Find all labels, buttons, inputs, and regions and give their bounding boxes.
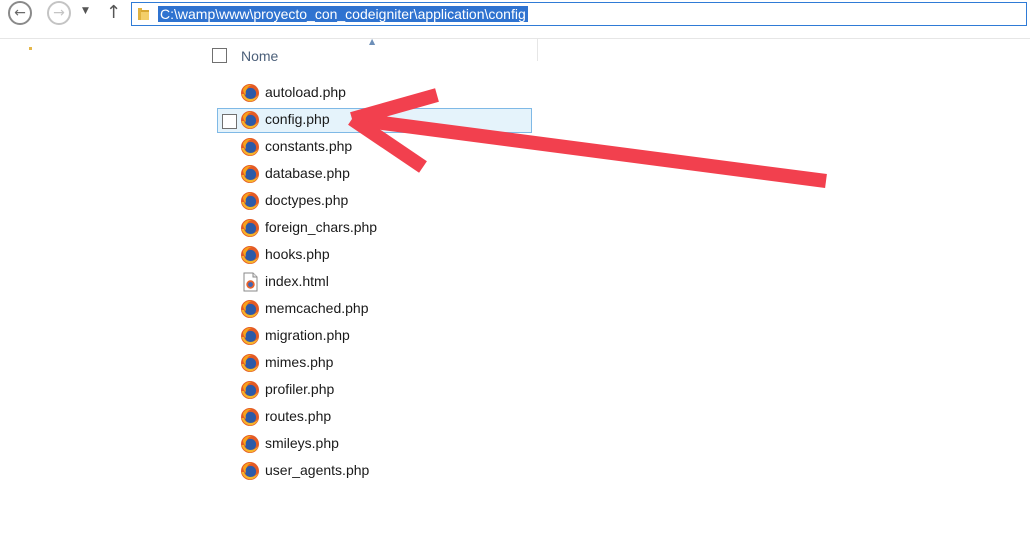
file-name[interactable]: routes.php — [265, 408, 331, 424]
firefox-icon — [241, 462, 259, 480]
select-all-checkbox[interactable] — [212, 48, 227, 63]
firefox-icon — [241, 327, 259, 345]
column-divider[interactable] — [537, 39, 538, 61]
firefox-icon — [241, 192, 259, 210]
file-row[interactable]: config.php — [217, 108, 532, 133]
firefox-icon — [241, 138, 259, 156]
navigation-pane-marker — [29, 47, 32, 50]
address-bar[interactable]: C:\wamp\www\proyecto_con_codeigniter\app… — [131, 2, 1027, 26]
firefox-icon — [241, 165, 259, 183]
file-name[interactable]: foreign_chars.php — [265, 219, 377, 235]
file-row[interactable]: autoload.php — [217, 81, 532, 106]
firefox-icon — [241, 408, 259, 426]
file-explorer-window: ← → ▼ ↑ C:\wamp\www\proyecto_con_codeign… — [0, 0, 1030, 535]
header-divider — [0, 38, 1030, 39]
file-name[interactable]: user_agents.php — [265, 462, 369, 478]
navigation-bar: ← → ▼ ↑ C:\wamp\www\proyecto_con_codeign… — [0, 0, 1030, 30]
firefox-icon — [241, 219, 259, 237]
file-row[interactable]: index.html — [217, 270, 532, 295]
firefox-icon — [241, 84, 259, 102]
file-row[interactable]: hooks.php — [217, 243, 532, 268]
firefox-icon — [241, 354, 259, 372]
file-name[interactable]: memcached.php — [265, 300, 369, 316]
file-row[interactable]: user_agents.php — [217, 459, 532, 484]
file-name[interactable]: profiler.php — [265, 381, 334, 397]
file-name[interactable]: config.php — [265, 111, 330, 127]
row-select-checkbox[interactable] — [222, 114, 237, 129]
html-document-icon — [243, 272, 258, 292]
file-name[interactable]: constants.php — [265, 138, 352, 154]
file-row[interactable]: constants.php — [217, 135, 532, 160]
file-row[interactable]: memcached.php — [217, 297, 532, 322]
file-row[interactable]: profiler.php — [217, 378, 532, 403]
file-name[interactable]: smileys.php — [265, 435, 339, 451]
firefox-icon — [241, 300, 259, 318]
up-arrow-icon[interactable]: ↑ — [106, 2, 121, 23]
file-name[interactable]: mimes.php — [265, 354, 333, 370]
file-row[interactable]: foreign_chars.php — [217, 216, 532, 241]
recent-locations-chevron-down-icon[interactable]: ▼ — [82, 6, 89, 16]
sort-ascending-icon: ▲ — [369, 37, 376, 46]
file-row[interactable]: routes.php — [217, 405, 532, 430]
file-row[interactable]: doctypes.php — [217, 189, 532, 214]
file-row[interactable]: migration.php — [217, 324, 532, 349]
file-row[interactable]: smileys.php — [217, 432, 532, 457]
file-name[interactable]: hooks.php — [265, 246, 330, 262]
address-path[interactable]: C:\wamp\www\proyecto_con_codeigniter\app… — [158, 6, 528, 22]
column-header-name[interactable]: Nome — [241, 48, 278, 64]
firefox-icon — [241, 111, 259, 129]
file-name[interactable]: database.php — [265, 165, 350, 181]
file-name[interactable]: doctypes.php — [265, 192, 348, 208]
forward-arrow-icon[interactable]: → — [47, 1, 71, 25]
file-name[interactable]: migration.php — [265, 327, 350, 343]
firefox-icon — [241, 381, 259, 399]
file-name[interactable]: autoload.php — [265, 84, 346, 100]
firefox-icon — [241, 435, 259, 453]
file-row[interactable]: database.php — [217, 162, 532, 187]
folder-icon — [138, 8, 149, 20]
file-name[interactable]: index.html — [265, 273, 329, 289]
firefox-icon — [241, 246, 259, 264]
back-arrow-icon[interactable]: ← — [8, 1, 32, 25]
file-row[interactable]: mimes.php — [217, 351, 532, 376]
